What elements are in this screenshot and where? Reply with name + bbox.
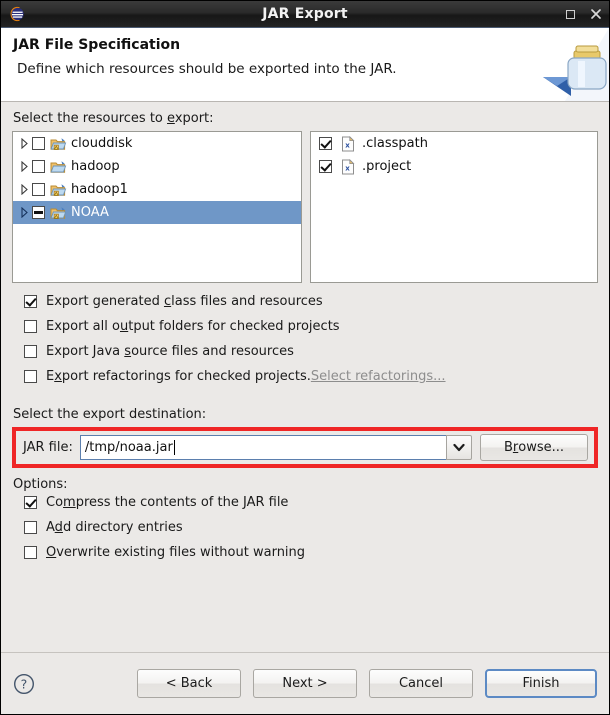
xml-file-icon: x <box>341 158 358 175</box>
option-label: Add directory entries <box>46 520 183 535</box>
eclipse-icon <box>9 6 25 22</box>
option-label: Export generated class files and resourc… <box>46 294 323 309</box>
expand-arrow-icon[interactable] <box>17 161 32 172</box>
svg-text:x: x <box>345 164 350 172</box>
option-export-java-source-files[interactable]: Export Java source files and resources <box>24 343 598 368</box>
expand-arrow-icon[interactable] <box>17 184 32 195</box>
browse-button[interactable]: Br owse... <box>480 434 588 461</box>
tree-checkbox[interactable] <box>32 183 45 196</box>
project-folder-warning-icon <box>50 136 67 152</box>
title-bar: JAR Export <box>1 1 609 28</box>
back-button[interactable]: < Back <box>137 669 241 698</box>
tree-checkbox[interactable] <box>32 206 45 219</box>
list-item[interactable]: x .project <box>311 155 597 178</box>
option-label: Export Java source files and resources <box>46 344 294 359</box>
option-label: Export all output folders for checked pr… <box>46 319 340 334</box>
text-caret <box>173 440 175 455</box>
chevron-down-icon[interactable] <box>446 435 472 460</box>
option-add-directory-entries[interactable]: Add directory entries <box>24 519 598 544</box>
dialog-body: Select the resources to export: clouddis… <box>1 102 609 652</box>
option-export-generated-class-files[interactable]: Export generated class files and resourc… <box>24 293 598 318</box>
page-title: JAR File Specification <box>13 37 181 53</box>
options-group: Compress the contents of the JAR file Ad… <box>12 492 598 569</box>
finish-button[interactable]: Finish <box>485 669 597 698</box>
dialog-footer: ? < Back Next > Cancel Finish <box>1 652 609 714</box>
xml-file-icon: x <box>341 135 358 152</box>
list-item[interactable]: x .classpath <box>311 132 597 155</box>
destination-label: Select the export destination: <box>13 407 207 422</box>
option-export-refactorings[interactable]: Export refactorings for checked projects… <box>24 368 598 393</box>
wizard-header: JAR File Specification Define which reso… <box>1 28 609 102</box>
list-item-label: .project <box>362 159 412 174</box>
help-icon[interactable]: ? <box>13 673 35 695</box>
tree-row-label: NOAA <box>71 205 109 220</box>
project-folder-warning-icon <box>50 182 67 198</box>
page-subtitle: Define which resources should be exporte… <box>17 61 397 77</box>
jar-file-input[interactable]: /tmp/noaa.jar <box>79 435 446 460</box>
option-checkbox[interactable] <box>24 370 37 383</box>
jar-file-value: /tmp/noaa.jar <box>84 440 173 455</box>
option-label: Compress the contents of the JAR file <box>46 495 289 510</box>
next-button[interactable]: Next > <box>253 669 357 698</box>
window-title: JAR Export <box>262 6 348 22</box>
window-controls <box>563 1 603 27</box>
project-folder-warning-icon <box>50 205 67 221</box>
tree-checkbox[interactable] <box>32 160 45 173</box>
wizard-buttons: < Back Next > Cancel Finish <box>137 669 597 698</box>
option-checkbox[interactable] <box>24 521 37 534</box>
expand-arrow-icon[interactable] <box>17 207 32 218</box>
option-compress-jar-contents[interactable]: Compress the contents of the JAR file <box>24 494 598 519</box>
tree-row[interactable]: hadoop1 <box>13 178 301 201</box>
option-overwrite-existing-files[interactable]: Overwrite existing files without warning <box>24 544 598 569</box>
tree-checkbox[interactable] <box>32 137 45 150</box>
resource-panes: clouddisk hadoop hadoop1 NOAA x .classpa… <box>12 131 598 283</box>
option-label: Export refactorings for checked projects… <box>46 369 446 384</box>
jar-banner-icon <box>525 28 609 101</box>
project-tree[interactable]: clouddisk hadoop hadoop1 NOAA <box>12 131 302 283</box>
jar-file-combo[interactable]: /tmp/noaa.jar <box>79 435 472 460</box>
tree-row-label: hadoop1 <box>71 182 128 197</box>
list-item-label: .classpath <box>362 136 428 151</box>
option-checkbox[interactable] <box>24 320 37 333</box>
svg-text:x: x <box>345 141 350 149</box>
file-checkbox[interactable] <box>319 137 332 150</box>
option-label: Overwrite existing files without warning <box>46 545 306 560</box>
file-list[interactable]: x .classpath x .project <box>310 131 598 283</box>
svg-text:?: ? <box>21 676 28 691</box>
close-icon[interactable] <box>589 7 603 21</box>
tree-row-label: clouddisk <box>71 136 133 151</box>
cancel-button[interactable]: Cancel <box>369 669 473 698</box>
option-checkbox[interactable] <box>24 295 37 308</box>
expand-arrow-icon[interactable] <box>17 138 32 149</box>
jar-file-highlight-box: JAR file: /tmp/noaa.jar Br owse... <box>12 427 598 468</box>
option-checkbox[interactable] <box>24 496 37 509</box>
tree-row[interactable]: clouddisk <box>13 132 301 155</box>
tree-row[interactable]: hadoop <box>13 155 301 178</box>
file-checkbox[interactable] <box>319 160 332 173</box>
option-checkbox[interactable] <box>24 546 37 559</box>
select-refactorings-link: Select refactorings... <box>310 369 446 384</box>
tree-row-label: hadoop <box>71 159 120 174</box>
project-folder-icon <box>50 159 67 175</box>
options-label: Options: <box>13 477 68 492</box>
option-checkbox[interactable] <box>24 345 37 358</box>
option-export-all-output-folders[interactable]: Export all output folders for checked pr… <box>24 318 598 343</box>
tree-row-selected[interactable]: NOAA <box>13 201 301 224</box>
jar-export-dialog: JAR Export JAR File Specification Define… <box>0 0 610 715</box>
jar-file-label: JAR file: <box>23 440 73 455</box>
resources-label: Select the resources to export: <box>13 111 214 126</box>
export-options-group: Export generated class files and resourc… <box>12 283 598 393</box>
maximize-icon[interactable] <box>563 7 577 21</box>
